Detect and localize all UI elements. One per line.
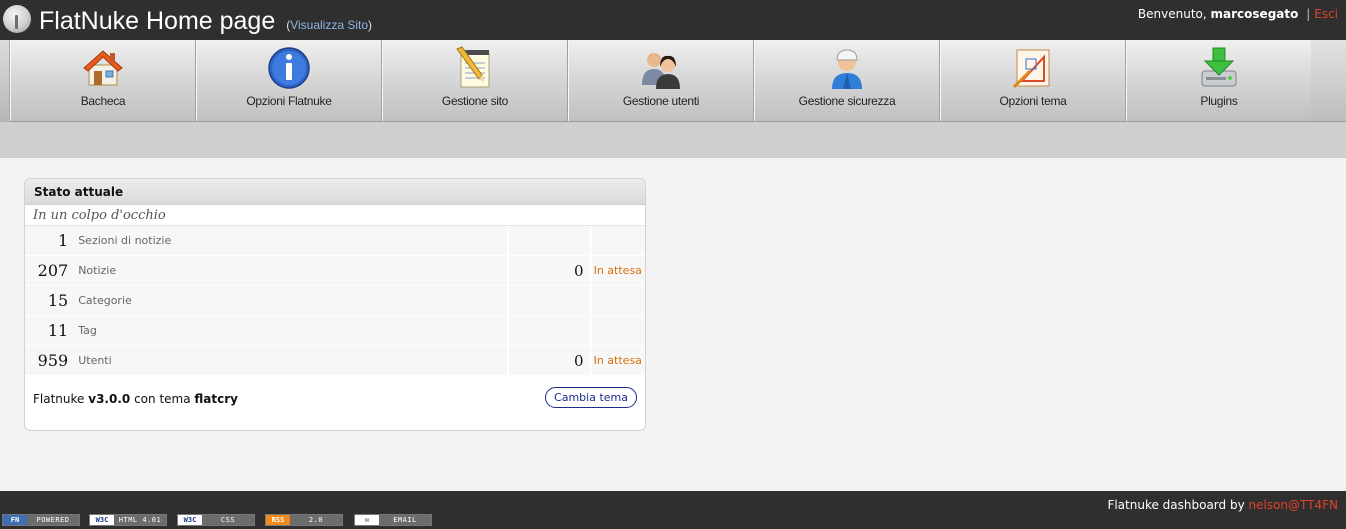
- toolbar-edge: [0, 40, 10, 122]
- badge-w3c-css[interactable]: W3C CSS: [177, 514, 255, 526]
- credit-author-link[interactable]: nelson@TT4FN: [1249, 498, 1338, 512]
- panel-subtitle: In un colpo d'occhio: [25, 205, 645, 226]
- footer-bar: Flatnuke dashboard by nelson@TT4FN FN PO…: [0, 491, 1346, 529]
- status-panel: Stato attuale In un colpo d'occhio 1 Sez…: [24, 178, 646, 431]
- stat-pending: [509, 316, 592, 346]
- tool-gestione-sito[interactable]: Gestione sito: [382, 40, 568, 121]
- badge-left: FN: [3, 515, 27, 525]
- tool-label: Plugins: [1200, 94, 1238, 108]
- tool-label: Gestione sicurezza: [798, 94, 896, 108]
- tool-label: Opzioni Flatnuke: [246, 94, 332, 108]
- main-toolbar: Bacheca Opzioni Flatnuke Gestione sito G…: [0, 40, 1346, 122]
- table-row: 959 Utenti 0 In attesa: [25, 346, 645, 376]
- mail-icon: ✉: [355, 515, 379, 525]
- view-site-link[interactable]: Visualizza Sito: [290, 18, 368, 32]
- version-number: v3.0.0: [88, 392, 131, 406]
- theme-drawing-icon: [1012, 49, 1050, 89]
- info-icon: [268, 47, 310, 89]
- page-title-text: FlatNuke Home page: [39, 7, 276, 35]
- stat-count: 959: [25, 346, 73, 376]
- footer-credit: Flatnuke dashboard by nelson@TT4FN: [1107, 498, 1338, 512]
- stat-label[interactable]: Categorie: [72, 286, 510, 316]
- panel-title: Stato attuale: [25, 179, 645, 205]
- toolbar-tail: [1311, 40, 1346, 121]
- badge-fn-powered[interactable]: FN POWERED: [2, 514, 80, 526]
- theme-name: flatcry: [194, 392, 238, 406]
- credit-text: Flatnuke dashboard by: [1107, 498, 1245, 512]
- badge-left: RSS: [266, 515, 290, 525]
- stat-label[interactable]: Notizie: [72, 256, 510, 286]
- header-separator: |: [1306, 7, 1311, 21]
- sub-toolbar: [0, 122, 1346, 158]
- table-row: 15 Categorie: [25, 286, 645, 316]
- tool-plugins[interactable]: Plugins: [1126, 40, 1312, 121]
- stat-status[interactable]: In attesa: [591, 256, 645, 286]
- tool-label: Gestione utenti: [622, 94, 700, 108]
- house-icon: [83, 50, 123, 86]
- stat-label[interactable]: Tag: [72, 316, 510, 346]
- users-icon: [642, 53, 680, 89]
- theme-prefix: con tema: [134, 392, 191, 406]
- stats-table: 1 Sezioni di notizie 207 Notizie 0 In at…: [25, 226, 645, 376]
- flatnuke-logo-icon[interactable]: [3, 5, 31, 33]
- badge-rss[interactable]: RSS 2.0: [265, 514, 343, 526]
- stat-status: [591, 316, 645, 346]
- welcome-text: Benvenuto,: [1137, 7, 1207, 21]
- stat-count: 15: [25, 286, 73, 316]
- tool-opzioni-flatnuke[interactable]: Opzioni Flatnuke: [196, 40, 382, 121]
- tool-opzioni-tema[interactable]: Opzioni tema: [940, 40, 1126, 121]
- top-bar: FlatNuke Home page (Visualizza Sito) Ben…: [0, 0, 1346, 40]
- username: marcosegato: [1210, 7, 1299, 21]
- logout-link[interactable]: Esci: [1314, 7, 1338, 21]
- stat-label[interactable]: Utenti: [72, 346, 510, 376]
- panel-footer: Flatnuke v3.0.0 con tema flatcry Cambia …: [25, 376, 645, 426]
- badge-right: HTML 4.01: [114, 515, 166, 525]
- download-drive-icon: [1201, 47, 1237, 87]
- badge-email[interactable]: ✉ EMAIL: [354, 514, 432, 526]
- tool-bacheca[interactable]: Bacheca: [10, 40, 196, 121]
- badge-right: 2.0: [290, 515, 342, 525]
- stat-status: [591, 286, 645, 316]
- change-theme-button[interactable]: Cambia tema: [545, 387, 637, 408]
- stat-label[interactable]: Sezioni di notizie: [72, 226, 510, 256]
- version-info: Flatnuke v3.0.0 con tema flatcry: [33, 392, 238, 406]
- tool-gestione-utenti[interactable]: Gestione utenti: [568, 40, 754, 121]
- table-row: 11 Tag: [25, 316, 645, 346]
- tool-label: Opzioni tema: [999, 94, 1067, 108]
- stat-count: 207: [25, 256, 73, 286]
- stat-pending: 0: [509, 346, 592, 376]
- badge-w3c-html[interactable]: W3C HTML 4.01: [89, 514, 167, 526]
- stat-status[interactable]: In attesa: [591, 346, 645, 376]
- tool-gestione-sicurezza[interactable]: Gestione sicurezza: [754, 40, 940, 121]
- badge-left: W3C: [90, 515, 114, 525]
- tool-label: Bacheca: [80, 94, 126, 108]
- notepad-pencil-icon: [456, 46, 490, 88]
- paren-close: ): [368, 18, 373, 32]
- security-user-icon: [832, 49, 862, 89]
- version-prefix: Flatnuke: [33, 392, 85, 406]
- badge-right: EMAIL: [379, 515, 431, 525]
- table-row: 1 Sezioni di notizie: [25, 226, 645, 256]
- stat-pending: 0: [509, 256, 592, 286]
- stat-count: 1: [25, 226, 73, 256]
- stat-pending: [509, 226, 592, 256]
- view-site-wrapper: (Visualizza Sito): [286, 18, 372, 32]
- table-row: 207 Notizie 0 In attesa: [25, 256, 645, 286]
- badge-right: CSS: [202, 515, 254, 525]
- stat-status: [591, 226, 645, 256]
- stat-count: 11: [25, 316, 73, 346]
- welcome-area: Benvenuto, marcosegato | Esci: [1138, 7, 1338, 21]
- tool-label: Gestione sito: [441, 94, 509, 108]
- stat-pending: [509, 286, 592, 316]
- badge-left: W3C: [178, 515, 202, 525]
- page-title: FlatNuke Home page (Visualizza Sito): [39, 7, 372, 36]
- badge-right: POWERED: [27, 515, 79, 525]
